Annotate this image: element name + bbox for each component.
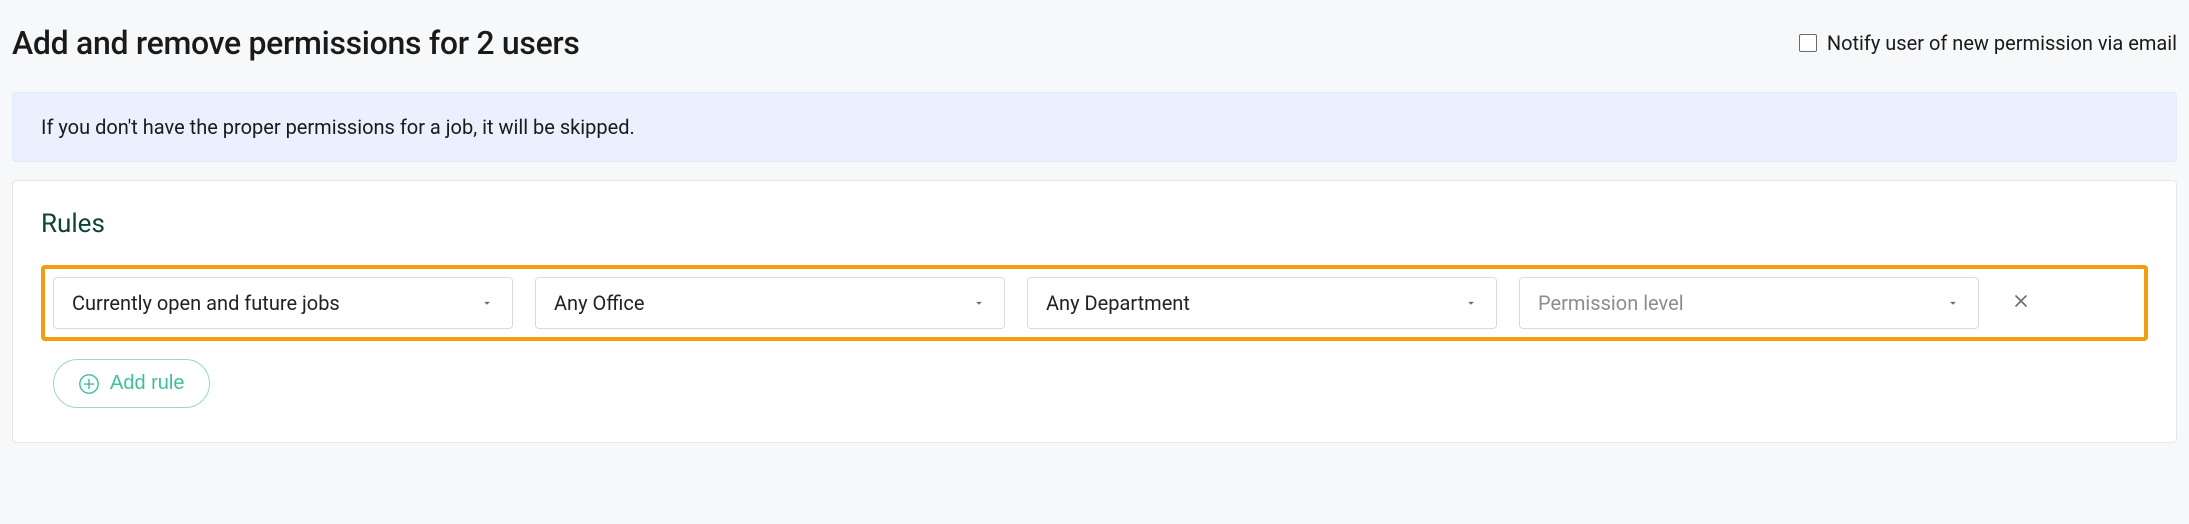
- department-value: Any Department: [1046, 291, 1190, 315]
- permission-level-select[interactable]: Permission level: [1519, 277, 1979, 329]
- office-select[interactable]: Any Office: [535, 277, 1005, 329]
- notify-checkbox[interactable]: [1799, 34, 1817, 52]
- caret-down-icon: [1946, 296, 1960, 310]
- job-scope-value: Currently open and future jobs: [72, 291, 340, 315]
- add-rule-button[interactable]: Add rule: [53, 359, 210, 408]
- rule-row: Currently open and future jobs Any Offic…: [41, 265, 2148, 341]
- page-title: Add and remove permissions for 2 users: [12, 24, 580, 62]
- remove-rule-button[interactable]: [2001, 283, 2041, 323]
- notify-checkbox-wrapper[interactable]: Notify user of new permission via email: [1799, 31, 2177, 55]
- caret-down-icon: [480, 296, 494, 310]
- permission-level-placeholder: Permission level: [1538, 291, 1684, 315]
- department-select[interactable]: Any Department: [1027, 277, 1497, 329]
- caret-down-icon: [1464, 296, 1478, 310]
- add-rule-label: Add rule: [110, 372, 185, 395]
- notify-label: Notify user of new permission via email: [1827, 31, 2177, 55]
- close-icon: [2011, 291, 2031, 315]
- office-value: Any Office: [554, 291, 644, 315]
- caret-down-icon: [972, 296, 986, 310]
- info-banner: If you don't have the proper permissions…: [12, 92, 2177, 162]
- rules-panel: Rules Currently open and future jobs Any…: [12, 180, 2177, 443]
- info-banner-text: If you don't have the proper permissions…: [41, 115, 635, 139]
- job-scope-select[interactable]: Currently open and future jobs: [53, 277, 513, 329]
- plus-circle-icon: [78, 373, 100, 395]
- rules-heading: Rules: [41, 209, 2148, 239]
